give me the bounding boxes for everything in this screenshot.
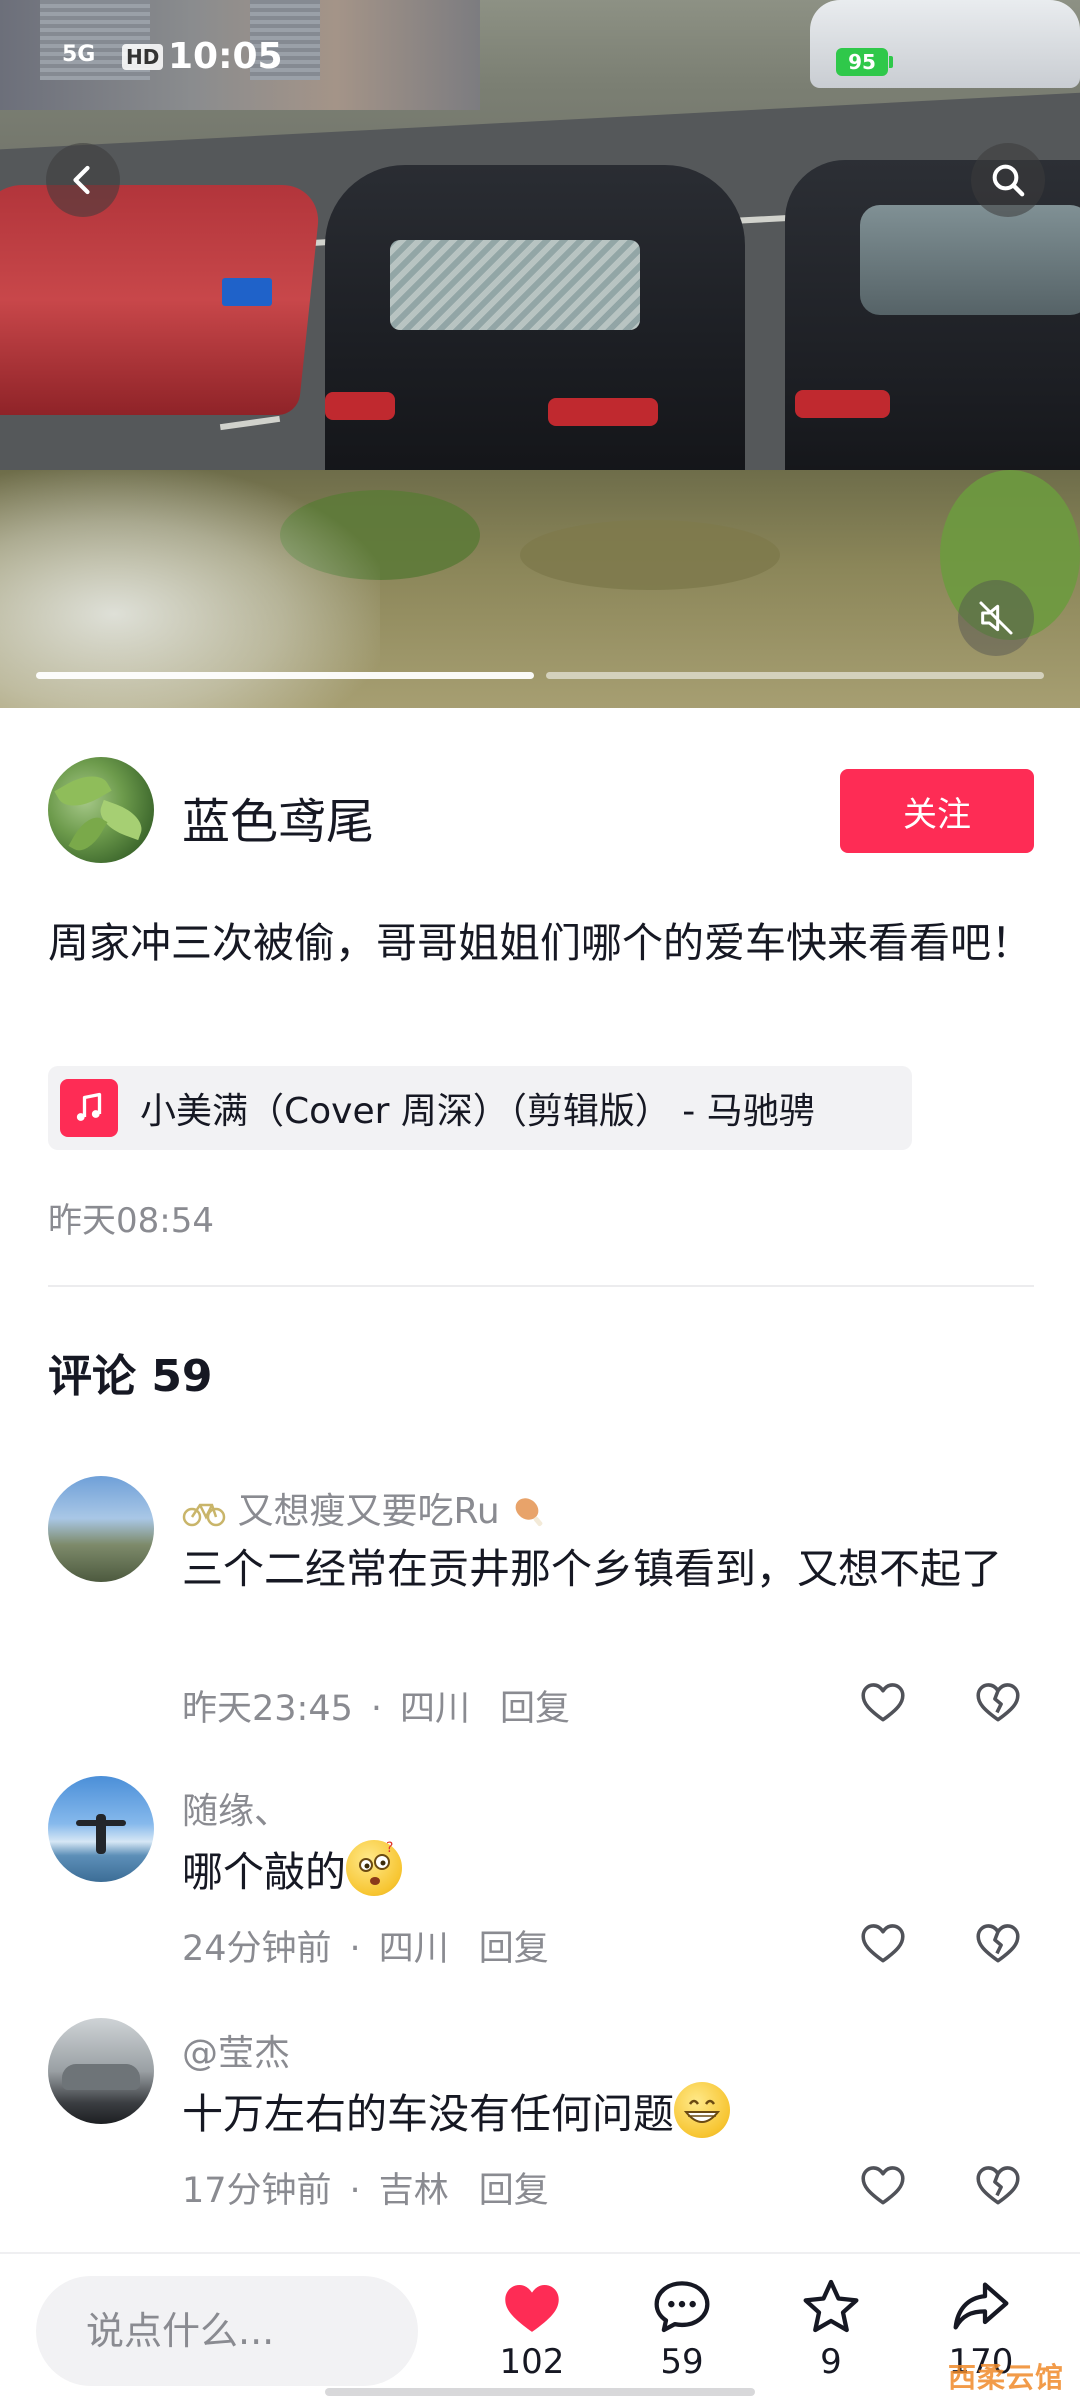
comment-time: 17分钟前 [182, 2171, 332, 2211]
follow-button[interactable]: 关注 [840, 769, 1034, 853]
avatar-car [62, 2064, 140, 2090]
comment-count: 59 [660, 2342, 704, 2382]
tail-light [548, 398, 658, 426]
commenter-name[interactable]: 又想瘦又要吃Ru [182, 1482, 551, 1534]
reply-button[interactable]: 回复 [500, 1689, 570, 1729]
divider [48, 1285, 1034, 1287]
weed [520, 520, 780, 590]
watermark: 西柔云馆 [948, 2361, 1065, 2394]
comment-meta: 昨天23:45 · 四川 回复 [182, 1680, 570, 1731]
red-car [0, 185, 323, 415]
music-note-icon [60, 1079, 118, 1137]
chicken-leg-icon [515, 1498, 543, 1527]
comment-bubble-icon [654, 2281, 710, 2333]
hd-indicator: HD [122, 44, 164, 70]
comment-text-content: 十万左右的车没有任何问题 [182, 2090, 674, 2138]
like-button[interactable]: 102 [477, 2276, 587, 2382]
author-avatar[interactable] [48, 757, 154, 863]
comments-count-title: 评论 59 [48, 1351, 213, 1402]
avatar-figure-arms [76, 1820, 126, 1826]
comment-meta: 24分钟前 · 四川 回复 [182, 1920, 549, 1971]
music-chip[interactable]: 小美满（Cover 周深）（剪辑版） - 马驰骋 [48, 1066, 912, 1150]
battery-icon: 95 [836, 48, 888, 76]
music-title: 小美满（Cover 周深）（剪辑版） - 马驰骋 [140, 1091, 815, 1132]
comment-time: 昨天23:45 [182, 1689, 353, 1729]
image-progress-current [36, 672, 534, 679]
image-progress-next [546, 672, 1044, 679]
comment-time: 24分钟前 [182, 1929, 332, 1969]
back-button[interactable] [46, 143, 120, 217]
comment-meta: 17分钟前 · 吉林 回复 [182, 2162, 549, 2213]
commenter-avatar[interactable] [48, 1776, 154, 1882]
comment-location: 四川 [378, 1929, 449, 1969]
tail-light [325, 392, 395, 420]
separator-dot: · [349, 1929, 361, 1969]
grinning-emoji-icon [674, 2082, 730, 2138]
search-icon [992, 164, 1025, 197]
comment-text: 三个二经常在贡井那个乡镇看到，又想不起了 [182, 1545, 1002, 1593]
bottom-action-bar: 说点什么... 102 59 9 170 [0, 2252, 1080, 2400]
chevron-left-icon [73, 165, 90, 195]
share-arrow-icon [953, 2282, 1009, 2330]
separator-dot: · [349, 2171, 361, 2211]
favorite-button[interactable]: 9 [776, 2276, 886, 2382]
heart-outline-icon[interactable] [858, 2160, 908, 2210]
broken-heart-icon[interactable] [973, 1677, 1023, 1727]
commenter-name[interactable]: 随缘、 [182, 1782, 290, 1834]
commenter-avatar[interactable] [48, 1476, 154, 1582]
heart-filled-icon [505, 2285, 559, 2332]
broken-heart-icon[interactable] [973, 1918, 1023, 1968]
home-indicator [325, 2388, 755, 2396]
tail-light [795, 390, 890, 418]
comment-text: 十万左右的车没有任何问题 [182, 2082, 1012, 2143]
commenter-name-text: 又想瘦又要吃Ru [237, 1491, 500, 1532]
battery-tip [889, 56, 893, 68]
confused-emoji-icon: ? [346, 1840, 402, 1896]
comment-location: 四川 [400, 1689, 471, 1729]
mute-button[interactable] [958, 580, 1034, 656]
svg-text:?: ? [386, 1840, 393, 1856]
reply-button[interactable]: 回复 [479, 1929, 549, 1969]
shattered-rear-window [390, 240, 640, 330]
reply-button[interactable]: 回复 [479, 2171, 549, 2211]
commenter-avatar[interactable] [48, 2018, 154, 2124]
commenter-name[interactable]: @莹杰 [182, 2024, 290, 2076]
comment-location: 吉林 [378, 2171, 449, 2211]
rear-window [860, 205, 1080, 315]
speaker-muted-icon [979, 601, 1013, 635]
heart-outline-icon[interactable] [858, 1677, 908, 1727]
post-timestamp: 昨天08:54 [48, 1201, 214, 1241]
heart-outline-icon[interactable] [858, 1918, 908, 1968]
network-indicator: 5G [62, 42, 96, 67]
favorite-count: 9 [820, 2342, 842, 2382]
comment-text: 哪个敲的? [182, 1840, 1012, 1901]
clock: 10:05 [168, 36, 283, 77]
avatar-leaf [68, 811, 108, 857]
license-plate [222, 278, 272, 306]
comment-input[interactable]: 说点什么... [36, 2276, 418, 2386]
separator-dot: · [370, 1689, 383, 1729]
broken-heart-icon[interactable] [973, 2160, 1023, 2210]
status-bar: 5G HD 10:05 95 [0, 36, 1080, 80]
post-caption: 周家冲三次被偷，哥哥姐姐们哪个的爱车快来看看吧！ [48, 919, 1032, 967]
bicycle-icon [182, 1503, 226, 1527]
comment-text-content: 哪个敲的 [182, 1848, 346, 1896]
like-count: 102 [499, 2342, 565, 2382]
comment-button[interactable]: 59 [627, 2276, 737, 2382]
post-image-carousel[interactable]: 5G HD 10:05 95 [0, 0, 1080, 708]
search-button[interactable] [971, 143, 1045, 217]
star-icon [803, 2279, 859, 2333]
author-name[interactable]: 蓝色鸢尾 [182, 782, 374, 852]
